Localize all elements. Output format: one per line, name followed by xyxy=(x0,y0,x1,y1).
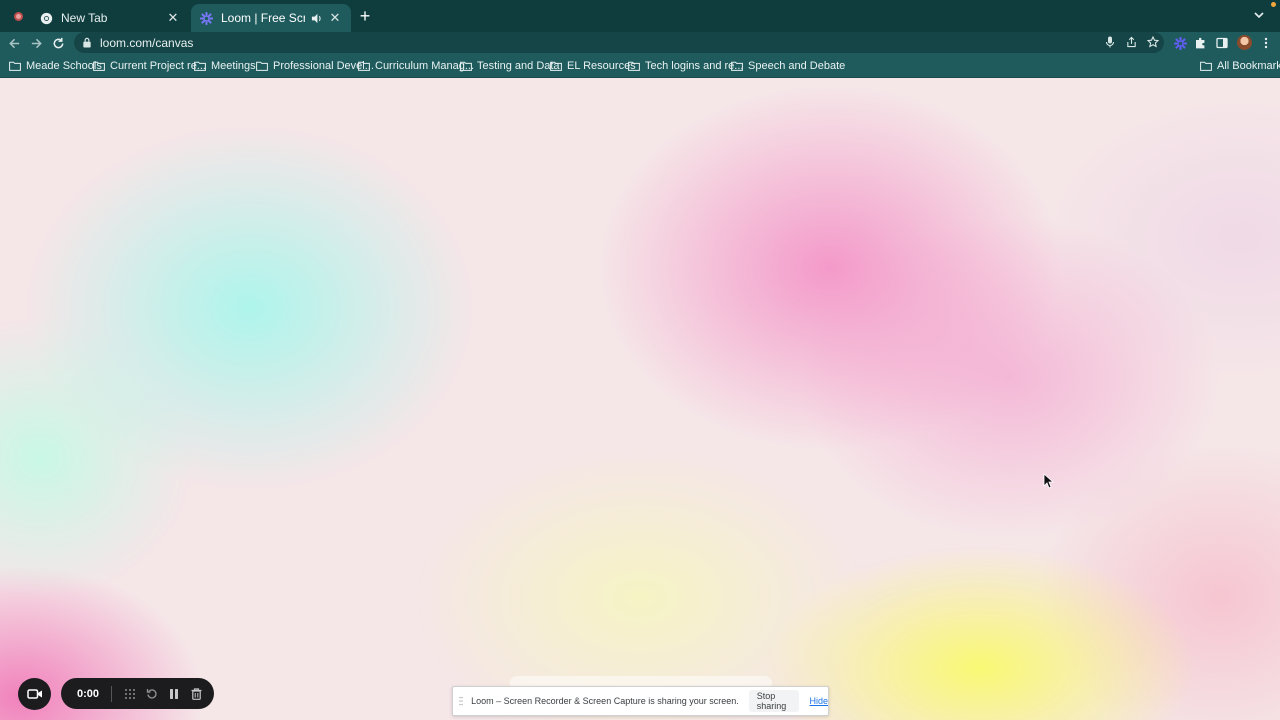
bookmark-label: All Bookmarks xyxy=(1217,60,1280,72)
bookmark-label: Meade Schools xyxy=(26,60,102,72)
loom-icon xyxy=(199,11,213,25)
folder-icon xyxy=(358,61,370,71)
reload-button[interactable] xyxy=(49,34,67,52)
stop-sharing-button[interactable]: Stop sharing xyxy=(748,690,800,712)
tab-title: Loom | Free Screen & Video xyxy=(221,11,305,25)
side-panel-icon[interactable] xyxy=(1213,34,1231,52)
loom-canvas-background xyxy=(0,78,1280,720)
lock-icon[interactable] xyxy=(80,36,94,50)
bookmark-folder-curriculum-manag[interactable]: Curriculum Manag... xyxy=(358,59,474,73)
chevron-down-icon[interactable] xyxy=(1252,8,1268,24)
delete-recording-button[interactable] xyxy=(186,684,206,704)
speaker-icon[interactable] xyxy=(309,11,323,25)
close-tab-icon[interactable]: ✕ xyxy=(165,10,181,26)
more-menu-icon[interactable] xyxy=(1257,34,1275,52)
folder-icon xyxy=(460,61,472,71)
close-tab-icon[interactable]: ✕ xyxy=(327,10,343,26)
folder-icon xyxy=(628,61,640,71)
address-bar[interactable]: loom.com/canvas xyxy=(74,32,1164,53)
screen-sharing-notification: Loom – Screen Recorder & Screen Capture … xyxy=(452,686,829,716)
bookmark-folder-el-resources[interactable]: EL Resources xyxy=(550,59,636,73)
drag-handle-icon[interactable] xyxy=(459,696,463,706)
folder-icon xyxy=(550,61,562,71)
url-text: loom.com/canvas xyxy=(100,35,194,50)
profile-avatar[interactable] xyxy=(1237,35,1252,50)
browser-toolbar: loom.com/canvas xyxy=(0,32,1280,54)
folder-icon xyxy=(256,61,268,71)
folder-icon xyxy=(9,61,21,71)
folder-icon xyxy=(731,61,743,71)
bookmark-star-icon[interactable] xyxy=(1145,34,1161,50)
divider xyxy=(111,685,112,702)
mouse-cursor-icon xyxy=(1043,473,1055,489)
tab-new-tab[interactable]: New Tab ✕ xyxy=(31,4,189,32)
bookmark-folder-current-project[interactable]: Current Project re... xyxy=(93,59,206,73)
bookmark-label: Current Project re... xyxy=(110,60,206,72)
chrome-icon xyxy=(39,11,53,25)
restart-icon xyxy=(146,688,157,699)
share-icon[interactable] xyxy=(1123,34,1139,50)
extensions-puzzle-icon[interactable] xyxy=(1192,34,1210,52)
new-tab-button[interactable]: + xyxy=(356,7,374,25)
tab-strip: New Tab ✕ Loom | Free Screen & Video ✕ + xyxy=(0,0,1280,32)
bookmark-folder-testing-and-data[interactable]: Testing and Data xyxy=(460,59,560,73)
bookmark-folder-professional-devel[interactable]: Professional Devel... xyxy=(256,59,374,73)
restart-button[interactable] xyxy=(142,684,162,704)
loom-extension-icon[interactable] xyxy=(1171,34,1189,52)
recording-indicator-icon xyxy=(14,12,23,21)
grid-dots-icon xyxy=(125,688,135,699)
folder-icon xyxy=(194,61,206,71)
bookmark-label: Meetings xyxy=(211,60,256,72)
camera-toggle-button[interactable] xyxy=(18,678,51,710)
bookmark-folder-speech-and-debate[interactable]: Speech and Debate xyxy=(731,59,845,73)
sharing-message: Loom – Screen Recorder & Screen Capture … xyxy=(471,696,739,706)
tab-title: New Tab xyxy=(61,11,108,25)
bookmark-label: Testing and Data xyxy=(477,60,560,72)
hide-notification-link[interactable]: Hide xyxy=(809,696,828,706)
recording-control-bar: 0:00 xyxy=(61,678,214,709)
drawing-tools-button[interactable] xyxy=(120,684,140,704)
notification-dot-icon xyxy=(1271,2,1276,7)
bookmark-folder-meetings[interactable]: Meetings xyxy=(194,59,256,73)
bookmark-label: Speech and Debate xyxy=(748,60,846,72)
bookmark-label: Tech logins and re... xyxy=(645,60,744,72)
folder-icon xyxy=(93,61,105,71)
bookmark-label: EL Resources xyxy=(567,60,636,72)
tab-loom[interactable]: Loom | Free Screen & Video ✕ xyxy=(191,4,351,32)
all-bookmarks-button[interactable]: All Bookmarks xyxy=(1200,59,1280,73)
bookmark-folder-tech-logins[interactable]: Tech logins and re... xyxy=(628,59,743,73)
forward-button[interactable] xyxy=(27,34,45,52)
back-button[interactable] xyxy=(5,34,23,52)
pause-button[interactable] xyxy=(164,684,184,704)
recording-timer: 0:00 xyxy=(77,687,100,700)
bookmark-folder-meade-schools[interactable]: Meade Schools xyxy=(9,59,102,73)
bookmarks-bar: Meade Schools Current Project re... Meet… xyxy=(0,54,1280,78)
folder-icon xyxy=(1200,61,1212,71)
trash-icon xyxy=(191,687,201,700)
pause-icon xyxy=(170,688,178,699)
video-camera-icon xyxy=(26,689,42,699)
microphone-icon[interactable] xyxy=(1102,34,1118,50)
